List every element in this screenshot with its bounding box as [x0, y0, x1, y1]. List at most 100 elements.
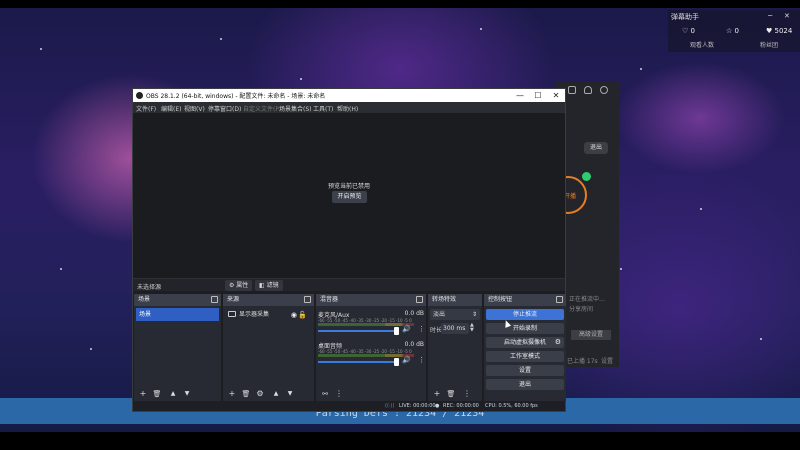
eye-icon[interactable]: ◉ [291, 309, 297, 322]
overlay-title: 弹幕助手 [671, 13, 699, 21]
scene-list-item[interactable]: 场景 [136, 308, 219, 321]
star [700, 208, 702, 210]
share-icon[interactable] [600, 86, 608, 94]
gear-icon[interactable]: ⚙ [255, 389, 265, 399]
more-icon[interactable]: ⋮ [418, 325, 425, 335]
scenes-dock-toolbar: + 🗑 ▲ ▼ [134, 387, 221, 401]
chevron-down-icon[interactable]: ▼ [285, 389, 295, 399]
preview-area[interactable]: 预览当前已禁用 开启预览 [133, 113, 565, 278]
properties-label: 属性 [236, 282, 249, 289]
controls-dock-header: 控制按钮 [484, 294, 566, 306]
mixer-dock-title: 混音器 [320, 296, 339, 303]
close-icon[interactable]: ✕ [784, 12, 790, 20]
star [40, 48, 42, 50]
transition-select[interactable]: 淡出 ⇕ [430, 309, 480, 320]
menu-tools[interactable]: 工具(T) [313, 104, 333, 113]
bell-icon[interactable] [584, 86, 592, 94]
more-icon[interactable]: ⋮ [334, 389, 344, 399]
volume-slider-handle[interactable] [394, 327, 399, 335]
channel-db: 0.0 dB [404, 341, 424, 348]
transitions-dock-header: 转场特效 [428, 294, 482, 306]
menu-profile[interactable]: 自定义文件(P) [243, 104, 281, 113]
volume-slider-handle[interactable] [394, 358, 399, 366]
minimize-icon[interactable]: ─ [768, 12, 772, 20]
coins-count: ☆ 0 [726, 27, 739, 35]
star [620, 268, 622, 270]
bg-app-button[interactable]: 高级设置 [571, 330, 611, 340]
bg-exit-button[interactable]: 退出 [584, 142, 608, 154]
mixer-dock-toolbar: ⚯ ⋮ [316, 387, 426, 401]
transitions-dock-toolbar: + 🗑 ⋮ [428, 387, 482, 401]
scenes-dock-title: 场景 [138, 296, 151, 303]
menu-edit[interactable]: 编辑(E) [161, 104, 181, 113]
menu-help[interactable]: 帮助(H) [337, 104, 358, 113]
no-source-selected-label: 未选择源 [137, 284, 162, 291]
undock-icon[interactable] [416, 296, 423, 303]
bg-app-settings[interactable]: 设置 [601, 356, 613, 365]
minimize-button[interactable]: — [511, 89, 529, 102]
source-list-item[interactable]: 显示器采集 ◉ 🔓 [225, 308, 309, 321]
menu-scene-collection[interactable]: 场景集合(S) [279, 104, 312, 113]
star [60, 268, 62, 270]
filters-button[interactable]: ◧ 滤镜 [255, 280, 283, 291]
star [640, 68, 642, 70]
chevron-up-icon[interactable]: ▲ [168, 389, 178, 399]
window-title: OBS 28.1.2 (64-bit, windows) - 配置文件: 未命名… [146, 93, 326, 100]
add-source-icon[interactable]: + [227, 389, 237, 399]
live-icon: ((·)) [385, 403, 395, 409]
start-recording-button[interactable]: 开始录制 [486, 323, 564, 334]
star [90, 348, 92, 350]
trash-icon[interactable]: 🗑 [446, 389, 456, 399]
settings-button[interactable]: 设置 [486, 365, 564, 376]
title-bar[interactable]: OBS 28.1.2 (64-bit, windows) - 配置文件: 未命名… [133, 89, 565, 102]
maximize-button[interactable]: ☐ [529, 89, 547, 102]
spinner-icon: ⇕ [471, 311, 477, 318]
speaker-icon[interactable]: 🔊 [402, 325, 411, 333]
exit-button[interactable]: 退出 [486, 379, 564, 390]
menu-docks[interactable]: 停靠窗口(D) [208, 104, 241, 113]
controls-dock-title: 控制按钮 [488, 296, 513, 303]
gear-icon[interactable]: ⚙ [555, 337, 561, 348]
speaker-icon[interactable]: 🔊 [402, 356, 411, 364]
fans-label: 粉丝团 [760, 42, 779, 49]
close-button[interactable]: ✕ [547, 89, 565, 102]
preview-disabled-message: 预览当前已禁用 [327, 183, 370, 190]
duration-spinner-icon[interactable]: ▲ ▼ [470, 323, 474, 333]
more-icon[interactable]: ⋮ [418, 356, 425, 366]
cpu-status: CPU: 0.5%, 60.00 fps [485, 403, 538, 409]
audio-mixer-dock: 混音器 麦克风/Aux 0.0 dB -60 -55 -50 -45 -40 -… [316, 294, 426, 401]
trash-icon[interactable]: 🗑 [152, 389, 162, 399]
chevron-up-icon[interactable]: ▲ [271, 389, 281, 399]
add-transition-icon[interactable]: + [432, 389, 442, 399]
link-icon[interactable]: ⚯ [320, 389, 330, 399]
volume-slider[interactable] [318, 361, 398, 363]
duration-field[interactable]: 300 ms [441, 323, 469, 334]
mixer-dock-header: 混音器 [316, 294, 426, 306]
undock-icon[interactable] [304, 296, 311, 303]
source-item-label: 显示器采集 [239, 311, 270, 318]
menu-file[interactable]: 文件(F) [136, 104, 156, 113]
gear-icon[interactable] [568, 86, 576, 94]
add-scene-icon[interactable]: + [138, 389, 148, 399]
obs-logo-icon [136, 92, 143, 99]
menu-view[interactable]: 视图(V) [184, 104, 205, 113]
stop-streaming-button[interactable]: 停止推流 [486, 309, 564, 320]
more-icon[interactable]: ⋮ [462, 389, 472, 399]
properties-button[interactable]: ⚙ 属性 [225, 280, 253, 291]
volume-slider[interactable] [318, 330, 398, 332]
transitions-dock: 转场特效 淡出 ⇕ 时长 300 ms ▲ ▼ + 🗑 ⋮ [428, 294, 482, 401]
lock-icon[interactable]: 🔓 [298, 309, 307, 322]
undock-icon[interactable] [556, 296, 563, 303]
status-dot [582, 172, 591, 181]
studio-mode-button[interactable]: 工作室模式 [486, 351, 564, 362]
star [300, 78, 302, 80]
virtual-camera-button[interactable]: 启动虚拟摄像机 ⚙ [486, 337, 564, 348]
chevron-down-icon[interactable]: ▼ [182, 389, 192, 399]
sources-dock: 来源 显示器采集 ◉ 🔓 + 🗑 ⚙ ▲ ▼ [223, 294, 314, 401]
mixer-channel-mic: 麦克风/Aux 0.0 dB -60 -55 -50 -45 -40 -35 -… [318, 310, 425, 342]
enable-preview-button[interactable]: 开启预览 [332, 191, 367, 203]
channel-db: 0.0 dB [404, 310, 424, 317]
trash-icon[interactable]: 🗑 [241, 389, 251, 399]
scenes-dock: 场景 场景 + 🗑 ▲ ▼ [134, 294, 221, 401]
undock-icon[interactable] [211, 296, 218, 303]
